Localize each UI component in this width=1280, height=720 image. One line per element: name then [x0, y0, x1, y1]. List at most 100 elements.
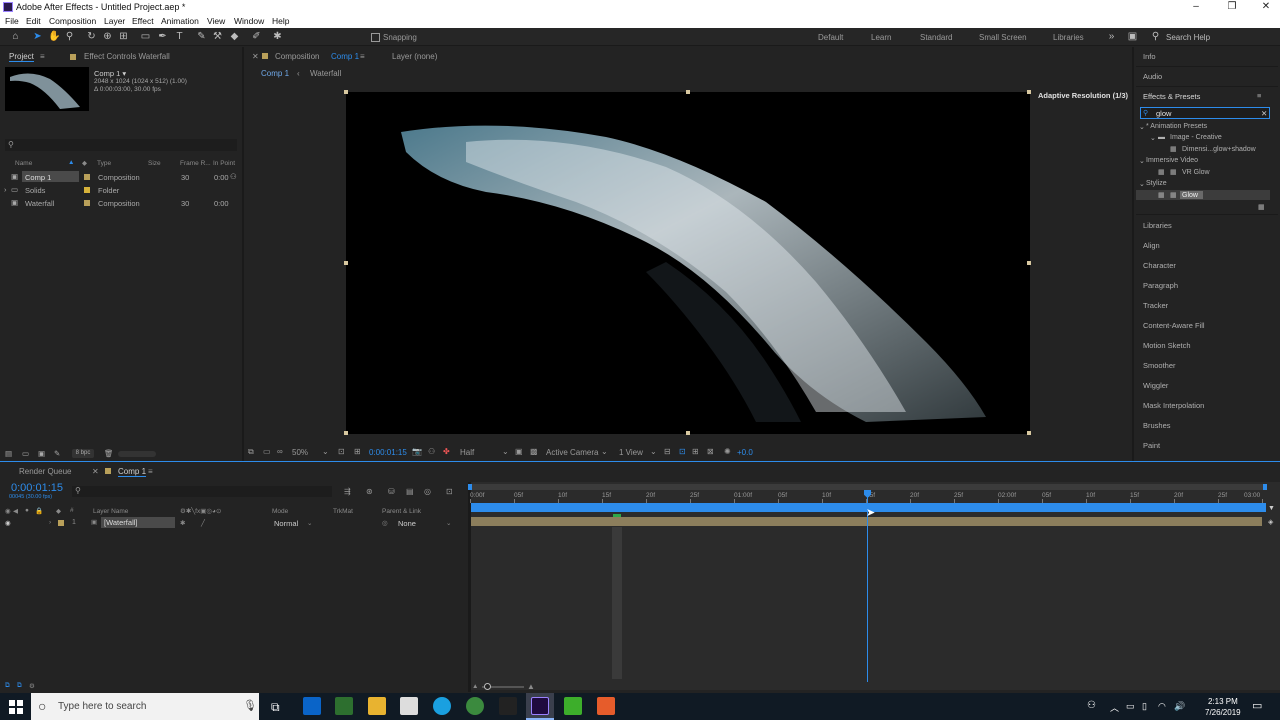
comp-viewer[interactable] [346, 92, 1030, 434]
video-toggle-icon[interactable]: ◉ [5, 507, 11, 515]
workspace-default[interactable]: Default [818, 33, 843, 42]
transform-handle[interactable] [344, 261, 348, 265]
grid-icon[interactable]: ⊞ [354, 447, 361, 456]
tab-render-queue[interactable]: Render Queue [19, 467, 71, 476]
camera-dropdown[interactable]: Active Camera [546, 448, 598, 457]
solo-icon[interactable]: ● [25, 507, 29, 514]
menu-layer[interactable]: Layer [104, 16, 125, 26]
more-workspaces-icon[interactable]: » [1106, 31, 1117, 42]
col-parent[interactable]: Parent & Link [382, 508, 421, 515]
zoom-tool-icon[interactable]: ⚲ [64, 31, 75, 42]
people-icon[interactable]: ⚇ [1087, 700, 1096, 711]
store-icon[interactable] [335, 697, 353, 715]
network-icon[interactable]: ▭ [1126, 701, 1135, 712]
timeline-menu-icon[interactable]: ≡ [148, 467, 153, 476]
chevron-up-icon[interactable]: ︿ [1110, 701, 1119, 714]
motion-blur-icon[interactable]: ◎ [424, 487, 431, 496]
home-icon[interactable]: ⌂ [10, 31, 21, 42]
wifi-icon[interactable]: ◠ [1158, 701, 1166, 712]
zoom-in-icon[interactable]: ▲ [527, 682, 535, 691]
transform-handle[interactable] [1027, 90, 1031, 94]
mode-dropdown[interactable]: Normal [274, 519, 298, 528]
panel-paragraph[interactable]: Paragraph [1143, 281, 1178, 290]
zoom-out-icon[interactable]: ▲ [472, 683, 478, 690]
panel-content-aware-fill[interactable]: Content-Aware Fill [1143, 321, 1205, 330]
chevron-down-icon[interactable]: ⌄ [322, 447, 329, 456]
rotate-tool-icon[interactable]: ↻ [86, 31, 97, 42]
fit-icon[interactable]: ⊡ [338, 447, 345, 456]
maximize-icon[interactable]: ❐ [1220, 0, 1244, 14]
current-time[interactable]: 0:00:01:15 [11, 482, 63, 494]
chevron-down-icon[interactable]: ⌄ [650, 447, 657, 456]
microphone-icon[interactable]: 🎙 [243, 699, 257, 712]
clear-search-icon[interactable]: ✕ [1261, 109, 1267, 118]
trash-icon[interactable]: 🗑 [104, 449, 114, 458]
col-type[interactable]: Type [97, 160, 111, 167]
viewer-timecode[interactable]: 0:00:01:15 [369, 448, 407, 457]
zoom-slider-thumb[interactable] [484, 683, 491, 690]
quality-switch-icon[interactable]: ╱ [201, 519, 205, 527]
tab-composition-label[interactable]: Composition [275, 52, 319, 61]
tab-composition-name[interactable]: Comp 1 [331, 52, 359, 61]
task-view-icon[interactable]: ⧉ [271, 700, 280, 715]
region-icon[interactable]: ▭ [263, 447, 271, 456]
clock-date[interactable]: 7/26/2019 [1205, 708, 1241, 717]
roto-brush-tool-icon[interactable]: ✐ [251, 31, 262, 42]
in-out-icon[interactable]: ⚙ [29, 682, 35, 690]
search-help-input[interactable]: Search Help [1166, 33, 1210, 42]
hand-tool-icon[interactable]: ✋ [48, 31, 60, 42]
minimize-icon[interactable]: – [1184, 0, 1208, 14]
after-effects-icon[interactable] [531, 697, 549, 715]
tree-expand-icon[interactable]: ⌄ [1150, 134, 1156, 142]
panel-smoother[interactable]: Smoother [1143, 361, 1176, 370]
transform-handle[interactable] [1027, 431, 1031, 435]
close-tab-icon[interactable]: ✕ [252, 52, 259, 61]
panel-layout-icon[interactable]: ▣ [1127, 31, 1138, 42]
col-frame-rate[interactable]: Frame R... [180, 160, 211, 167]
rectangle-tool-icon[interactable]: ▭ [140, 31, 151, 42]
panel-libraries[interactable]: Libraries [1143, 221, 1172, 230]
layer-end-icon[interactable]: ◈ [1268, 518, 1273, 526]
workspace-small-screen[interactable]: Small Screen [979, 33, 1027, 42]
tree-expand-icon[interactable]: ⌄ [1139, 180, 1145, 188]
panel-tracker[interactable]: Tracker [1143, 301, 1168, 310]
tab-comp1[interactable]: Comp 1 [118, 467, 147, 477]
col-trkmat[interactable]: TrkMat [333, 508, 353, 515]
windows-start-icon[interactable] [9, 700, 23, 714]
eye-icon[interactable]: ◉ [5, 519, 11, 527]
menu-edit[interactable]: Edit [26, 16, 41, 26]
label-column-icon[interactable]: ◆ [82, 159, 87, 167]
panel-audio[interactable]: Audio [1143, 72, 1162, 81]
fast-previews-icon[interactable]: ⊡ [679, 447, 686, 456]
expand-arrow-icon[interactable]: › [4, 185, 7, 194]
panel-effects-presets[interactable]: Effects & Presets [1143, 92, 1200, 101]
project-search-input[interactable]: ⚲ [5, 139, 237, 151]
panel-paint[interactable]: Paint [1143, 441, 1160, 450]
col-mode[interactable]: Mode [272, 508, 288, 515]
view-dropdown[interactable]: 1 View [619, 448, 643, 457]
audio-toggle-icon[interactable]: ◀ [13, 507, 18, 515]
panel-character[interactable]: Character [1143, 261, 1176, 270]
graph-editor-icon[interactable]: ⊡ [446, 487, 453, 496]
list-item[interactable]: ▣ Waterfall Composition 30 0:00 [0, 197, 242, 208]
panel-align[interactable]: Align [1143, 241, 1160, 250]
pickwhip-icon[interactable]: ◎ [382, 519, 388, 527]
menu-effect[interactable]: Effect [132, 16, 154, 26]
layer-switches-icon[interactable]: ⧉ [5, 682, 10, 690]
col-in-point[interactable]: In Point [213, 160, 235, 167]
selection-tool-icon[interactable]: ➤ [32, 31, 43, 42]
panel-mask-interpolation[interactable]: Mask Interpolation [1143, 401, 1204, 410]
flowchart-icon[interactable]: ⊠ [707, 447, 714, 456]
battery-icon[interactable]: ▯ [1142, 701, 1147, 712]
tab-layer[interactable]: Layer (none) [392, 52, 437, 61]
project-menu-icon[interactable]: ≡ [40, 52, 45, 61]
timeline-graph[interactable] [471, 482, 1280, 690]
parent-dropdown[interactable]: None [398, 519, 416, 528]
file-explorer-icon[interactable] [368, 697, 386, 715]
pen-tool-icon[interactable]: ✒ [157, 31, 168, 42]
label-column-icon[interactable]: ◆ [56, 507, 61, 515]
workspace-standard[interactable]: Standard [920, 33, 952, 42]
transform-handle[interactable] [686, 431, 690, 435]
frame-blend-icon[interactable]: ▤ [406, 487, 414, 496]
shy-icon[interactable]: ⛁ [388, 487, 395, 496]
